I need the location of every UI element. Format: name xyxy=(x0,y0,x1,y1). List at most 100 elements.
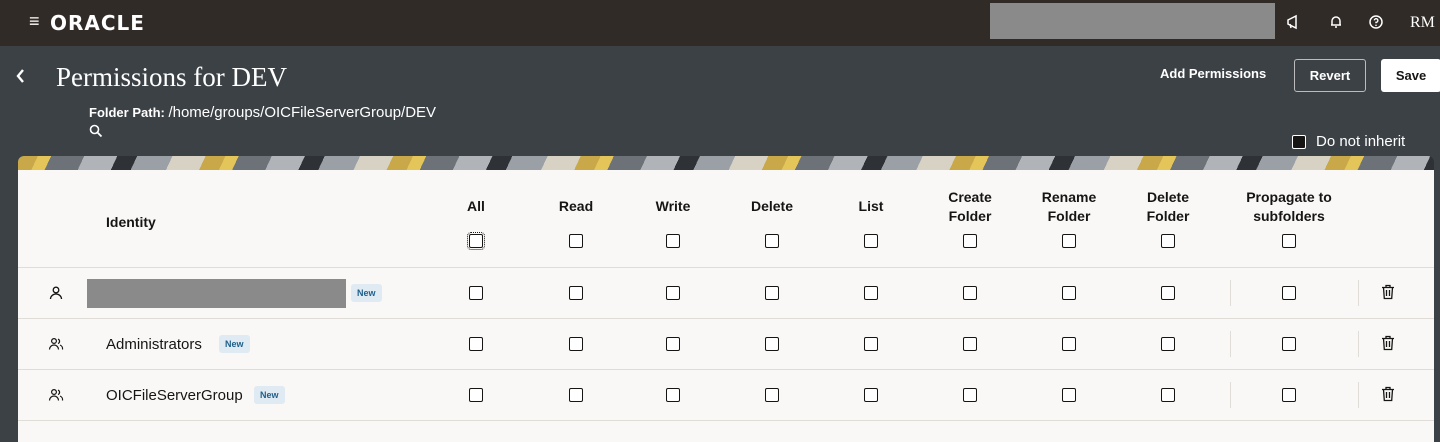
page-header: Permissions for DEV Folder Path: /home/g… xyxy=(0,46,1440,166)
new-badge: New xyxy=(219,335,250,353)
header-checkbox-read[interactable] xyxy=(569,234,583,248)
column-divider xyxy=(1358,280,1359,306)
page-title: Permissions for DEV xyxy=(56,62,287,92)
row-checkbox-all[interactable] xyxy=(469,337,483,351)
column-divider xyxy=(1358,331,1359,357)
oracle-logo[interactable]: ORACLE xyxy=(50,11,145,35)
column-header-line1: List xyxy=(858,198,884,214)
column-header-line1: Rename xyxy=(1041,189,1097,205)
folder-path-label: Folder Path: xyxy=(89,105,169,120)
do-not-inherit-toggle[interactable]: Do not inherit xyxy=(1292,133,1405,150)
column-header-propagate-to-subfolders: Propagate to subfolders xyxy=(1246,188,1332,226)
column-header-line1: Delete xyxy=(750,198,794,214)
back-arrow-icon[interactable] xyxy=(14,66,26,86)
header-checkbox-delete-folder[interactable] xyxy=(1161,234,1175,248)
row-checkbox-create-folder[interactable] xyxy=(963,286,977,300)
column-header-delete-folder: Delete Folder xyxy=(1147,188,1190,226)
revert-button[interactable]: Revert xyxy=(1294,59,1366,92)
row-checkbox-delete[interactable] xyxy=(765,286,779,300)
row-checkbox-list[interactable] xyxy=(864,337,878,351)
table-row: New xyxy=(18,268,1434,319)
row-checkbox-delete[interactable] xyxy=(765,388,779,402)
row-checkbox-delete[interactable] xyxy=(765,337,779,351)
table-header-row: Identity All Read Write Delete List Create Fol… xyxy=(18,170,1434,268)
identity-name: Administrators xyxy=(106,336,202,353)
row-checkbox-list[interactable] xyxy=(864,286,878,300)
megaphone-icon[interactable] xyxy=(1284,12,1304,32)
row-checkbox-write[interactable] xyxy=(666,286,680,300)
row-checkbox-delete-folder[interactable] xyxy=(1161,337,1175,351)
column-header-line1: All xyxy=(467,198,485,214)
column-divider xyxy=(1230,382,1231,408)
row-checkbox-write[interactable] xyxy=(666,388,680,402)
new-badge: New xyxy=(254,386,285,404)
row-checkbox-all[interactable] xyxy=(469,286,483,300)
column-header-line2: subfolders xyxy=(1253,208,1325,224)
row-checkbox-create-folder[interactable] xyxy=(963,388,977,402)
header-checkbox-list[interactable] xyxy=(864,234,878,248)
trash-icon[interactable] xyxy=(1381,386,1395,402)
header-checkbox-all[interactable] xyxy=(467,232,485,250)
column-header-line1: Read xyxy=(558,198,594,214)
group-icon xyxy=(48,336,64,352)
column-header-line2: Folder xyxy=(948,208,992,224)
bell-icon[interactable] xyxy=(1326,12,1346,32)
column-header-read: Read xyxy=(559,197,593,216)
new-badge: New xyxy=(351,284,382,302)
row-checkbox-propagate-to-subfolders[interactable] xyxy=(1282,337,1296,351)
folder-path-value: /home/groups/OICFileServerGroup/DEV xyxy=(168,104,437,121)
row-checkbox-propagate-to-subfolders[interactable] xyxy=(1282,286,1296,300)
trash-icon[interactable] xyxy=(1381,335,1395,351)
add-permissions-button[interactable]: Add Permissions xyxy=(1160,66,1266,81)
column-header-write: Write xyxy=(656,197,691,216)
do-not-inherit-checkbox[interactable] xyxy=(1292,134,1306,149)
identity-name: OICFileServerGroup xyxy=(106,387,243,404)
user-avatar[interactable]: RM xyxy=(1410,14,1435,32)
row-checkbox-write[interactable] xyxy=(666,337,680,351)
help-icon[interactable] xyxy=(1366,12,1386,32)
column-divider xyxy=(1230,280,1231,306)
row-checkbox-rename-folder[interactable] xyxy=(1062,388,1076,402)
header-checkbox-delete[interactable] xyxy=(765,234,779,248)
top-bar: ≡ ORACLE RM xyxy=(0,0,1440,46)
folder-path: Folder Path: /home/groups/OICFileServerG… xyxy=(89,104,436,121)
permissions-table: Identity All Read Write Delete List Create Fol… xyxy=(18,170,1434,442)
identity-column-header: Identity xyxy=(106,214,156,230)
row-checkbox-read[interactable] xyxy=(569,337,583,351)
row-checkbox-read[interactable] xyxy=(569,388,583,402)
row-checkbox-rename-folder[interactable] xyxy=(1062,286,1076,300)
do-not-inherit-label: Do not inherit xyxy=(1316,133,1406,150)
row-checkbox-propagate-to-subfolders[interactable] xyxy=(1282,388,1296,402)
search-icon[interactable] xyxy=(89,124,103,138)
trash-icon[interactable] xyxy=(1381,284,1395,300)
global-search-redacted[interactable] xyxy=(990,3,1275,39)
table-row: OICFileServerGroup New xyxy=(18,370,1434,421)
column-header-all: All xyxy=(467,197,485,216)
column-header-create-folder: Create Folder xyxy=(948,188,992,226)
column-header-line1: Delete xyxy=(1146,189,1190,205)
row-checkbox-delete-folder[interactable] xyxy=(1161,388,1175,402)
column-divider xyxy=(1358,382,1359,408)
row-checkbox-read[interactable] xyxy=(569,286,583,300)
column-header-line1: Create xyxy=(948,189,992,205)
row-checkbox-all[interactable] xyxy=(469,388,483,402)
column-header-line2: Folder xyxy=(1047,208,1091,224)
row-checkbox-delete-folder[interactable] xyxy=(1161,286,1175,300)
save-button[interactable]: Save xyxy=(1381,59,1440,92)
column-header-rename-folder: Rename Folder xyxy=(1042,188,1096,226)
column-header-list: List xyxy=(859,197,884,216)
hamburger-icon[interactable]: ≡ xyxy=(29,12,40,30)
header-checkbox-create-folder[interactable] xyxy=(963,234,977,248)
column-header-line2: Folder xyxy=(1146,208,1190,224)
column-header-line1: Propagate to xyxy=(1246,189,1332,205)
header-checkbox-write[interactable] xyxy=(666,234,680,248)
column-header-delete: Delete xyxy=(751,197,793,216)
header-checkbox-propagate-to-subfolders[interactable] xyxy=(1282,234,1296,248)
group-icon xyxy=(48,387,64,403)
user-icon xyxy=(48,285,64,301)
column-divider xyxy=(1230,331,1231,357)
row-checkbox-create-folder[interactable] xyxy=(963,337,977,351)
row-checkbox-list[interactable] xyxy=(864,388,878,402)
header-checkbox-rename-folder[interactable] xyxy=(1062,234,1076,248)
row-checkbox-rename-folder[interactable] xyxy=(1062,337,1076,351)
